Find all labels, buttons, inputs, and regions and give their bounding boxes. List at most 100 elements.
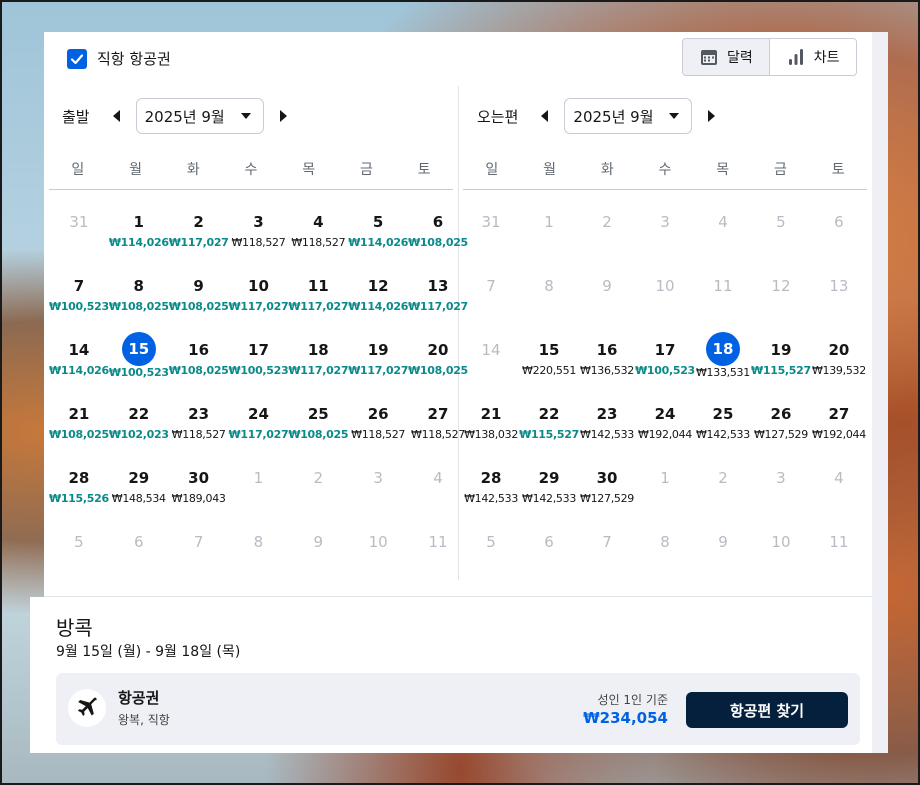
calendar-day[interactable]: 27 ₩192,044 <box>811 382 867 446</box>
calendar-day: 1 <box>635 446 695 510</box>
calendar-day[interactable]: 30 ₩127,529 <box>579 446 635 510</box>
calendar-day[interactable]: 10 ₩117,027 <box>229 254 289 318</box>
calendar-day[interactable]: 26 ₩118,527 <box>348 382 408 446</box>
calendar-day[interactable]: 20 ₩108,025 <box>408 318 468 382</box>
calendar-day[interactable]: 16 ₩108,025 <box>169 318 229 382</box>
day-number: 11 <box>428 533 448 551</box>
calendar-day[interactable]: 2 ₩117,027 <box>169 190 229 254</box>
day-number: 12 <box>367 277 389 295</box>
day-number: 25 <box>712 405 734 423</box>
day-number: 11 <box>307 277 329 295</box>
calendar-day[interactable]: 25 ₩108,025 <box>288 382 348 446</box>
calendar-day[interactable]: 1 ₩114,026 <box>109 190 169 254</box>
calendar-day[interactable]: 30 ₩189,043 <box>169 446 229 510</box>
calendar-day[interactable]: 16 ₩136,532 <box>579 318 635 382</box>
calendar-day[interactable]: 8 ₩108,025 <box>109 254 169 318</box>
depart-prev-month-button[interactable] <box>108 106 124 126</box>
calendar-day[interactable]: 28 ₩115,526 <box>49 446 109 510</box>
day-price: ₩142,533 <box>580 428 634 441</box>
calendar-day: 7 <box>579 510 635 574</box>
calendar-day[interactable]: 14 ₩114,026 <box>49 318 109 382</box>
calendar-day[interactable]: 23 ₩118,527 <box>169 382 229 446</box>
day-number: 7 <box>486 277 496 295</box>
calendar-day[interactable]: 17 ₩100,523 <box>229 318 289 382</box>
calendar-day[interactable]: 21 ₩108,025 <box>49 382 109 446</box>
calendar-day[interactable]: 20 ₩139,532 <box>811 318 867 382</box>
day-price: ₩189,043 <box>171 492 226 505</box>
day-number: 31 <box>69 213 89 231</box>
calendar-day[interactable]: 29 ₩148,534 <box>109 446 169 510</box>
depart-weekday-header: 일 월 화 수 목 금 토 <box>49 150 453 190</box>
calendar-day[interactable]: 3 ₩118,527 <box>229 190 289 254</box>
day-price: ₩117,027 <box>408 300 468 313</box>
calendar-day[interactable]: 29 ₩142,533 <box>519 446 579 510</box>
find-flights-button[interactable]: 항공편 찾기 <box>686 692 848 728</box>
day-number: 8 <box>133 277 144 295</box>
calendar-day[interactable]: 19 ₩117,027 <box>348 318 408 382</box>
calendar-day: 10 <box>635 254 695 318</box>
calendar-day[interactable]: 4 ₩118,527 <box>288 190 348 254</box>
day-number: 9 <box>193 277 204 295</box>
calendar-day[interactable]: 13 ₩117,027 <box>408 254 468 318</box>
day-number: 8 <box>253 533 264 551</box>
calendar-day: 6 <box>109 510 169 574</box>
day-number: 1 <box>544 213 554 231</box>
day-number: 3 <box>253 213 264 231</box>
calendar-day[interactable]: 11 ₩117,027 <box>288 254 348 318</box>
calendar-day[interactable]: 19 ₩115,527 <box>751 318 811 382</box>
calendar-day[interactable]: 9 ₩108,025 <box>169 254 229 318</box>
calendar-day[interactable]: 5 ₩114,026 <box>348 190 408 254</box>
calendar-day: 7 <box>463 254 519 318</box>
chart-view-label: 차트 <box>813 50 840 66</box>
day-number: 20 <box>427 341 449 359</box>
direct-flights-option[interactable]: 직항 항공권 <box>67 48 171 69</box>
calendar-day-selected[interactable]: 15 ₩100,523 <box>109 318 169 382</box>
day-number: 14 <box>481 341 501 359</box>
day-price: ₩108,025 <box>408 236 468 249</box>
calendar-day[interactable]: 17 ₩100,523 <box>635 318 695 382</box>
calendar-day[interactable]: 24 ₩192,044 <box>635 382 695 446</box>
weekday-label: 목 <box>716 162 730 178</box>
calendar-day[interactable]: 27 ₩118,527 <box>408 382 468 446</box>
calendar-day[interactable]: 22 ₩102,023 <box>109 382 169 446</box>
day-number: 12 <box>771 277 791 295</box>
calendar-day[interactable]: 18 ₩117,027 <box>288 318 348 382</box>
calendar-day[interactable]: 21 ₩138,032 <box>463 382 519 446</box>
calendar-day: 13 <box>811 254 867 318</box>
calendar-day-selected[interactable]: 18 ₩133,531 <box>695 318 751 382</box>
calendar-day[interactable]: 6 ₩108,025 <box>408 190 468 254</box>
calendar-day[interactable]: 28 ₩142,533 <box>463 446 519 510</box>
day-price: ₩115,527 <box>751 364 811 377</box>
calendar-view-button[interactable]: 달력 <box>683 39 770 75</box>
caret-right-icon <box>708 110 716 122</box>
direct-checkbox[interactable] <box>67 48 87 69</box>
calendar-day[interactable]: 15 ₩220,551 <box>519 318 579 382</box>
calendar-day: 9 <box>288 510 348 574</box>
day-price: ₩100,523 <box>635 364 695 377</box>
return-prev-month-button[interactable] <box>536 106 552 126</box>
calendar-day: 6 <box>519 510 579 574</box>
section-divider <box>44 596 872 597</box>
day-number: 3 <box>776 469 786 487</box>
calendar-day[interactable]: 24 ₩117,027 <box>229 382 289 446</box>
depart-month-value: 2025년 9월 <box>144 107 225 126</box>
calendar-day[interactable]: 26 ₩127,529 <box>751 382 811 446</box>
calendar-day[interactable]: 23 ₩142,533 <box>579 382 635 446</box>
day-number: 3 <box>373 469 383 487</box>
calendar-day[interactable]: 12 ₩114,026 <box>348 254 408 318</box>
depart-day-grid: 31 1 ₩114,026 2 ₩117,027 3 ₩118,527 4 ₩118,527 5 ₩… <box>49 190 468 574</box>
depart-month-select[interactable]: 2025년 9월 <box>135 98 264 134</box>
return-next-month-button[interactable] <box>704 106 720 126</box>
depart-next-month-button[interactable] <box>276 106 292 126</box>
calendar-icon <box>701 50 717 65</box>
calendar-day: 9 <box>579 254 635 318</box>
calendar-day[interactable]: 25 ₩142,533 <box>695 382 751 446</box>
day-number: 8 <box>660 533 670 551</box>
calendar-day[interactable]: 7 ₩100,523 <box>49 254 109 318</box>
chart-view-button[interactable]: 차트 <box>769 39 856 75</box>
calendar-day[interactable]: 22 ₩115,527 <box>519 382 579 446</box>
return-month-select[interactable]: 2025년 9월 <box>564 98 693 134</box>
plane-badge <box>68 689 106 727</box>
day-price: ₩192,044 <box>638 428 692 441</box>
calendar-day: 8 <box>519 254 579 318</box>
